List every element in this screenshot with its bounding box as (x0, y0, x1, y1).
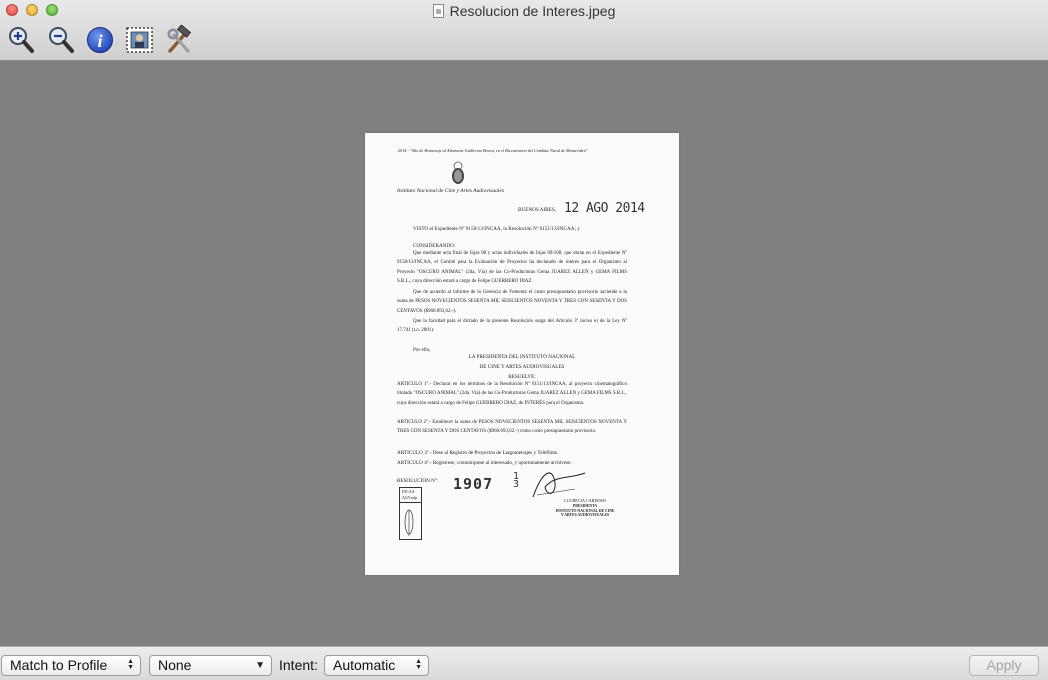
document-image: 2014 - "Año de Homenaje al Almirante Gui… (365, 133, 679, 575)
info-button[interactable]: i (86, 25, 116, 55)
stepper-arrows-icon: ▲ ▼ (415, 658, 422, 671)
intent-popup[interactable]: Automatic ▲ ▼ (324, 655, 429, 676)
adjust-tools-button[interactable] (164, 24, 194, 55)
date-stamp: 12 AGO 2014 (564, 201, 645, 216)
articulo-3: ARTICULO 3º.- Dese al Registro de Proyec… (397, 450, 559, 456)
intent-label: Intent: (279, 657, 318, 673)
visto-text: VISTO el Expediente Nº 9158/13/INCAA, la… (413, 226, 580, 232)
chevron-down-icon: ▼ (255, 660, 265, 671)
articulo-1: ARTICULO 1º.- Declarar en los términos d… (397, 382, 627, 406)
window-toolbar: Resolucion de Interes.jpeg i (0, 0, 1048, 61)
initials-mark (404, 509, 414, 536)
place-text: BUENOS AIRES, (518, 207, 557, 213)
initials-box-line-2: AGVmfp (402, 495, 418, 500)
profile-popup-value: Match to Profile (10, 657, 108, 673)
profile-popup[interactable]: Match to Profile ▲ ▼ (1, 655, 141, 676)
second-popup[interactable]: None ▼ (149, 655, 272, 676)
intent-popup-value: Automatic (333, 657, 396, 673)
magnifier-minus-icon (49, 27, 74, 53)
window-title: Resolucion de Interes.jpeg (0, 2, 1048, 20)
header-motto: 2014 - "Año de Homenaje al Almirante Gui… (398, 148, 588, 153)
info-icon: i (87, 27, 113, 53)
svg-text:i: i (97, 31, 102, 51)
color-options-bar: Match to Profile ▲ ▼ None ▼ Intent: Autom… (0, 646, 1048, 680)
presidenta-line-2: DE CINE Y ARTES AUDIOVISUALES (479, 364, 565, 370)
institute-name: Instituto Nacional de Cine y Artes Audio… (397, 188, 505, 194)
coat-of-arms-icon (452, 161, 464, 184)
document-icon (432, 4, 444, 18)
articulo-2: ARTICULO 2º.- Establecer la suma de PESO… (397, 420, 627, 435)
considerando-paragraph-1: Que mediante acta final de fojas 98 y ac… (397, 251, 627, 285)
considerando-paragraph-3: Que la facultad para el dictado de la pr… (397, 319, 627, 334)
magnifier-plus-icon (9, 27, 34, 53)
apply-button[interactable]: Apply (969, 655, 1039, 676)
presidenta-line-1: LA PRESIDENTA DEL INSTITUTO NACIONAL (468, 354, 576, 360)
initials-box: INCAA AGVmfp (399, 487, 422, 540)
second-popup-value: None (158, 657, 192, 673)
signature-name: LUCRECIA CARDOSO (564, 498, 606, 503)
initials-box-line-1: INCAA (402, 489, 415, 494)
image-select-button[interactable] (125, 25, 155, 55)
zoom-out-button[interactable] (46, 25, 76, 55)
selection-image-icon (126, 27, 153, 53)
window-title-text: Resolucion de Interes.jpeg (449, 3, 616, 19)
zoom-in-button[interactable] (6, 25, 36, 55)
considerando-paragraph-2: Que de acuerdo al informe de la Gerencia… (397, 290, 627, 314)
signature-title-3: Y ARTES AUDIOVISUALES (560, 513, 610, 517)
por-ello-text: Por ello, (413, 347, 431, 353)
resolucion-label: RESOLUCION Nº: (397, 478, 438, 484)
stamp-mark: 13 (513, 471, 520, 490)
stepper-arrows-icon: ▲ ▼ (127, 658, 134, 671)
hammer-wrench-icon (167, 24, 192, 53)
image-canvas: 2014 - "Año de Homenaje al Almirante Gui… (0, 61, 1048, 646)
resolucion-number: 1907 (453, 475, 494, 493)
